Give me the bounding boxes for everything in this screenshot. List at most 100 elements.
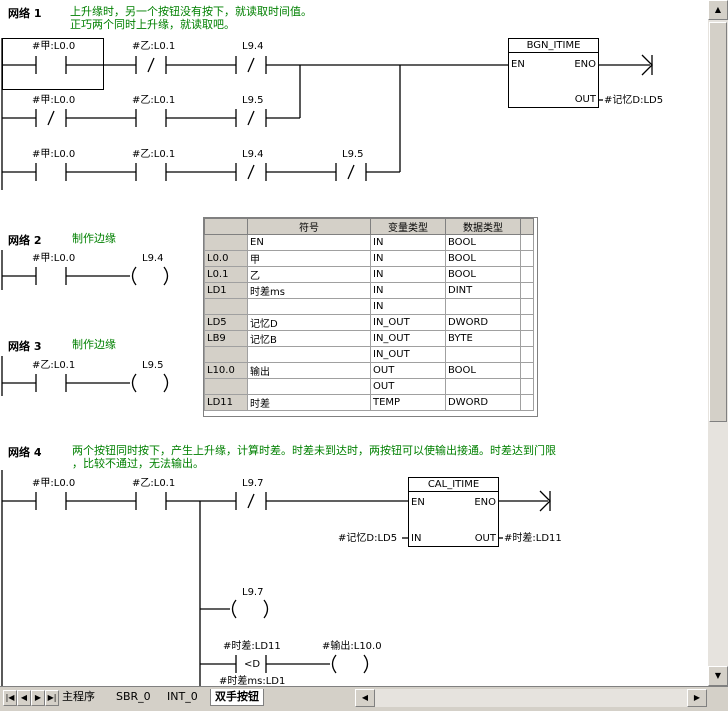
cell-symbol[interactable]: 记忆D xyxy=(247,314,371,331)
cell-symbol[interactable] xyxy=(247,298,371,315)
contact-label[interactable]: #乙:L0.1 xyxy=(132,95,175,106)
network-3-comment: 制作边缘 xyxy=(72,338,116,351)
tab-int0[interactable]: INT_0 xyxy=(163,689,202,705)
contact-label[interactable]: #甲:L0.0 xyxy=(32,41,75,52)
cell-data-type[interactable]: BOOL xyxy=(445,362,521,379)
cell-data-type[interactable]: DWORD xyxy=(445,314,521,331)
cell-data-type[interactable]: DWORD xyxy=(445,394,521,411)
cell-symbol[interactable]: 记忆B xyxy=(247,330,371,347)
cell-data-type[interactable]: BYTE xyxy=(445,330,521,347)
prev-tab-icon[interactable]: ◀ xyxy=(17,690,31,706)
symbol-row[interactable]: L10.0 输出 OUT BOOL xyxy=(204,362,534,379)
symbol-row[interactable]: EN IN BOOL xyxy=(204,234,534,251)
cell-var-type[interactable]: IN xyxy=(370,250,446,267)
horizontal-scrollbar[interactable]: ◀ ▶ xyxy=(355,689,707,707)
compare-bottom-label[interactable]: #时差ms:LD1 xyxy=(219,676,285,686)
next-tab-icon[interactable]: ▶ xyxy=(31,690,45,706)
cell-symbol[interactable] xyxy=(247,378,371,395)
coil-label[interactable]: L9.7 xyxy=(242,587,263,598)
symbol-row[interactable]: L0.0 甲 IN BOOL xyxy=(204,250,534,267)
cell-data-type[interactable]: BOOL xyxy=(445,266,521,283)
symbol-row[interactable]: LD5 记忆D IN_OUT DWORD xyxy=(204,314,534,331)
cell-address[interactable]: L0.0 xyxy=(204,250,248,267)
cell-symbol[interactable] xyxy=(247,346,371,363)
contact-label[interactable]: #甲:L0.0 xyxy=(32,253,75,264)
cell-address[interactable]: LD11 xyxy=(204,394,248,411)
contact-label[interactable]: #乙:L0.1 xyxy=(132,478,175,489)
cell-var-type[interactable]: IN xyxy=(370,266,446,283)
coil-label[interactable]: L9.5 xyxy=(142,360,163,371)
cell-data-type[interactable]: DINT xyxy=(445,282,521,299)
contact-label[interactable]: #甲:L0.0 xyxy=(32,149,75,160)
cell-var-type[interactable]: IN_OUT xyxy=(370,314,446,331)
symbol-table[interactable]: 符号 变量类型 数据类型 EN IN BOOL L0.0 甲 IN BOOL L0.1 乙 IN B… xyxy=(203,217,538,417)
tab-sbr0[interactable]: SBR_0 xyxy=(112,689,155,705)
compare-top-label[interactable]: #时差:LD11 xyxy=(223,641,281,652)
cell-var-type[interactable]: TEMP xyxy=(370,394,446,411)
cell-address[interactable] xyxy=(204,234,248,251)
cell-var-type[interactable]: OUT xyxy=(370,362,446,379)
symbol-row[interactable]: LB9 记忆B IN_OUT BYTE xyxy=(204,330,534,347)
contact-label[interactable]: #甲:L0.0 xyxy=(32,95,75,106)
cell-symbol[interactable]: 时差 xyxy=(247,394,371,411)
contact-label[interactable]: #甲:L0.0 xyxy=(32,478,75,489)
cell-var-type[interactable]: OUT xyxy=(370,378,446,395)
contact-label[interactable]: L9.7 xyxy=(242,478,263,489)
cell-symbol[interactable]: 时差ms xyxy=(247,282,371,299)
cell-symbol[interactable]: 输出 xyxy=(247,362,371,379)
contact-label[interactable]: L9.5 xyxy=(242,95,263,106)
scrollbar-thumb[interactable] xyxy=(709,22,727,422)
coil-label[interactable]: #输出:L10.0 xyxy=(322,641,382,652)
tab-two-hand-button[interactable]: 双手按钮 xyxy=(210,689,264,706)
contact-label[interactable]: #乙:L0.1 xyxy=(32,360,75,371)
cell-data-type[interactable]: BOOL xyxy=(445,250,521,267)
cell-var-type[interactable]: IN_OUT xyxy=(370,346,446,363)
cell-address[interactable] xyxy=(204,298,248,315)
cell-extra xyxy=(520,298,534,315)
cell-data-type[interactable]: BOOL xyxy=(445,234,521,251)
scroll-down-icon[interactable]: ▼ xyxy=(708,666,728,686)
cell-address[interactable] xyxy=(204,346,248,363)
first-tab-icon[interactable]: |◀ xyxy=(3,690,17,706)
cell-address[interactable]: LD1 xyxy=(204,282,248,299)
cell-address[interactable]: L10.0 xyxy=(204,362,248,379)
cell-symbol[interactable]: 乙 xyxy=(247,266,371,283)
cell-var-type[interactable]: IN_OUT xyxy=(370,330,446,347)
ladder-editor-canvas[interactable]: 网络 1 上升缘时，另一个按钮没有按下，就读取时间值。 正巧两个同时上升缘，就读… xyxy=(0,0,708,686)
scroll-left-icon[interactable]: ◀ xyxy=(355,689,375,707)
contact-label[interactable]: #乙:L0.1 xyxy=(132,149,175,160)
symbol-row[interactable]: LD1 时差ms IN DINT xyxy=(204,282,534,299)
symbol-row[interactable]: LD11 时差 TEMP DWORD xyxy=(204,394,534,411)
cell-address[interactable]: L0.1 xyxy=(204,266,248,283)
contact-label[interactable]: #乙:L0.1 xyxy=(132,41,175,52)
last-tab-icon[interactable]: ▶| xyxy=(45,690,59,706)
network-1-title: 网络 1 xyxy=(8,7,42,20)
cell-address[interactable]: LB9 xyxy=(204,330,248,347)
cal-in-variable[interactable]: #记忆D:LD5 xyxy=(338,533,397,544)
cell-address[interactable]: LD5 xyxy=(204,314,248,331)
scroll-up-icon[interactable]: ▲ xyxy=(708,0,728,20)
cell-data-type[interactable] xyxy=(445,346,521,363)
bgn-out-variable[interactable]: #记忆D:LD5 xyxy=(604,95,663,106)
cell-var-type[interactable]: IN xyxy=(370,234,446,251)
symbol-row[interactable]: IN xyxy=(204,298,534,315)
cal-out-variable[interactable]: #时差:LD11 xyxy=(504,533,562,544)
cell-symbol[interactable]: EN xyxy=(247,234,371,251)
cell-data-type[interactable] xyxy=(445,298,521,315)
contact-label[interactable]: L9.4 xyxy=(242,41,263,52)
contact-label[interactable]: L9.5 xyxy=(342,149,363,160)
bgn-itime-box[interactable]: BGN_ITIME EN ENO OUT xyxy=(508,38,599,108)
cell-symbol[interactable]: 甲 xyxy=(247,250,371,267)
cell-var-type[interactable]: IN xyxy=(370,282,446,299)
cell-address[interactable] xyxy=(204,378,248,395)
cell-data-type[interactable] xyxy=(445,378,521,395)
symbol-row[interactable]: IN_OUT xyxy=(204,346,534,363)
symbol-row[interactable]: L0.1 乙 IN BOOL xyxy=(204,266,534,283)
cal-itime-box[interactable]: CAL_ITIME EN ENO IN OUT xyxy=(408,477,499,547)
cell-var-type[interactable]: IN xyxy=(370,298,446,315)
tab-main-program[interactable]: 主程序 xyxy=(58,689,99,705)
symbol-row[interactable]: OUT xyxy=(204,378,534,395)
scroll-right-icon[interactable]: ▶ xyxy=(687,689,707,707)
contact-label[interactable]: L9.4 xyxy=(242,149,263,160)
coil-label[interactable]: L9.4 xyxy=(142,253,163,264)
